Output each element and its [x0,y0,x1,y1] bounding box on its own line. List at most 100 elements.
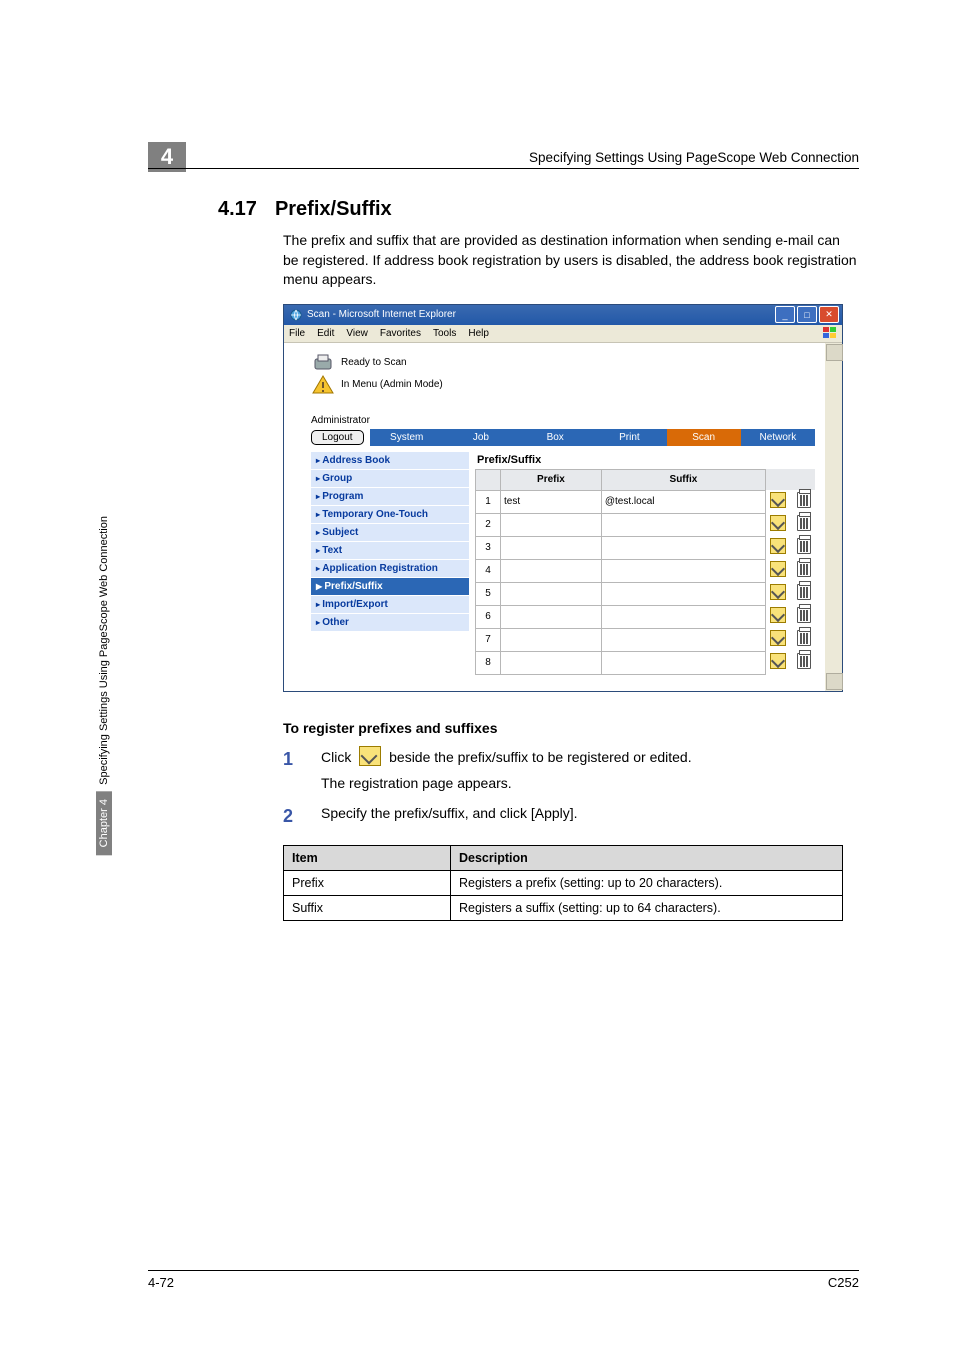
menu-file[interactable]: File [289,328,305,339]
ie-icon [289,308,303,322]
window-titlebar: Scan - Microsoft Internet Explorer _ □ ✕ [284,305,842,325]
admin-label: Administrator [311,415,815,426]
th-prefix: Prefix [501,469,602,490]
row-prefix [501,536,602,559]
windows-flag-icon [823,327,837,339]
sidebar-item-group[interactable]: Group [311,470,469,488]
browser-menubar: File Edit View Favorites Tools Help [284,325,842,343]
desc-text: Registers a prefix (setting: up to 20 ch… [451,871,843,896]
row-prefix [501,582,602,605]
window-title: Scan - Microsoft Internet Explorer [307,309,456,320]
menu-edit[interactable]: Edit [317,328,334,339]
row-suffix [601,582,765,605]
desc-item: Suffix [284,896,451,921]
menu-tools[interactable]: Tools [433,328,456,339]
delete-icon[interactable] [797,653,811,669]
th-blank [476,469,501,490]
sidebar-item-address-book[interactable]: Address Book [311,452,469,470]
step1-sub: The registration page appears. [321,773,859,793]
minimize-button[interactable]: _ [775,306,795,323]
row-prefix [501,651,602,674]
sidebar-item-prefix-suffix[interactable]: Prefix/Suffix [311,578,469,596]
scrollbar[interactable] [825,343,842,691]
tab-scan[interactable]: Scan [667,429,741,446]
edit-icon[interactable] [770,561,786,577]
table-row: 4 [476,559,815,582]
menu-favorites[interactable]: Favorites [380,328,421,339]
row-num: 2 [476,513,501,536]
row-suffix [601,651,765,674]
delete-icon[interactable] [797,538,811,554]
tab-job[interactable]: Job [444,429,518,446]
tab-system[interactable]: System [370,429,444,446]
pane-title: Prefix/Suffix [477,454,815,466]
sidebar-item-text[interactable]: Text [311,542,469,560]
delete-icon[interactable] [797,561,811,577]
row-num: 7 [476,628,501,651]
edit-icon[interactable] [770,492,786,508]
delete-icon[interactable] [797,492,811,508]
footer-model: C252 [828,1275,859,1290]
delete-icon[interactable] [797,584,811,600]
section-intro: The prefix and suffix that are provided … [283,231,859,290]
edit-icon[interactable] [770,584,786,600]
footer-page: 4-72 [148,1275,174,1290]
sidebar-item-temp-one-touch[interactable]: Temporary One-Touch [311,506,469,524]
delete-icon[interactable] [797,607,811,623]
sidebar: Address Book Group Program Temporary One… [311,452,469,675]
row-num: 6 [476,605,501,628]
step-number-2: 2 [283,803,297,829]
description-table: Item Description Prefix Registers a pref… [283,845,843,921]
table-row: 8 [476,651,815,674]
sidebar-item-import-export[interactable]: Import/Export [311,596,469,614]
prefix-suffix-table: Prefix Suffix 1 test @test.local [475,469,815,675]
screenshot-window: Scan - Microsoft Internet Explorer _ □ ✕… [283,304,843,692]
delete-icon[interactable] [797,515,811,531]
step1-text-b: beside the prefix/suffix to be registere… [389,749,691,765]
row-suffix [601,536,765,559]
side-text-chapter: Chapter 4 [96,791,112,855]
row-suffix [601,605,765,628]
status-line-1: Ready to Scan [341,357,407,368]
section-number: 4.17 [218,198,257,221]
delete-icon[interactable] [797,630,811,646]
scroll-up-button[interactable] [826,344,843,361]
side-text-title: Specifying Settings Using PageScope Web … [96,510,112,791]
edit-icon[interactable] [770,538,786,554]
close-button[interactable]: ✕ [819,306,839,323]
logout-button[interactable]: Logout [311,430,364,445]
row-prefix [501,513,602,536]
sidebar-item-program[interactable]: Program [311,488,469,506]
row-prefix: test [501,490,602,513]
table-row: 5 [476,582,815,605]
scroll-down-button[interactable] [826,673,843,690]
table-row: 1 test @test.local [476,490,815,513]
warning-icon [311,373,335,397]
table-row: 6 [476,605,815,628]
sidebar-item-other[interactable]: Other [311,614,469,632]
row-prefix [501,559,602,582]
edit-icon[interactable] [770,653,786,669]
desc-text: Registers a suffix (setting: up to 64 ch… [451,896,843,921]
section-title: Prefix/Suffix [275,198,392,221]
row-num: 4 [476,559,501,582]
row-num: 8 [476,651,501,674]
edit-icon[interactable] [770,515,786,531]
menu-view[interactable]: View [346,328,368,339]
row-suffix [601,628,765,651]
sidebar-item-subject[interactable]: Subject [311,524,469,542]
row-suffix: @test.local [601,490,765,513]
row-prefix [501,605,602,628]
tab-box[interactable]: Box [518,429,592,446]
table-row: 7 [476,628,815,651]
edit-icon[interactable] [770,630,786,646]
row-suffix [601,559,765,582]
sidebar-item-application-registration[interactable]: Application Registration [311,560,469,578]
menu-help[interactable]: Help [468,328,489,339]
edit-icon[interactable] [770,607,786,623]
row-suffix [601,513,765,536]
maximize-button[interactable]: □ [797,306,817,323]
tab-network[interactable]: Network [741,429,815,446]
tab-print[interactable]: Print [592,429,666,446]
row-num: 5 [476,582,501,605]
